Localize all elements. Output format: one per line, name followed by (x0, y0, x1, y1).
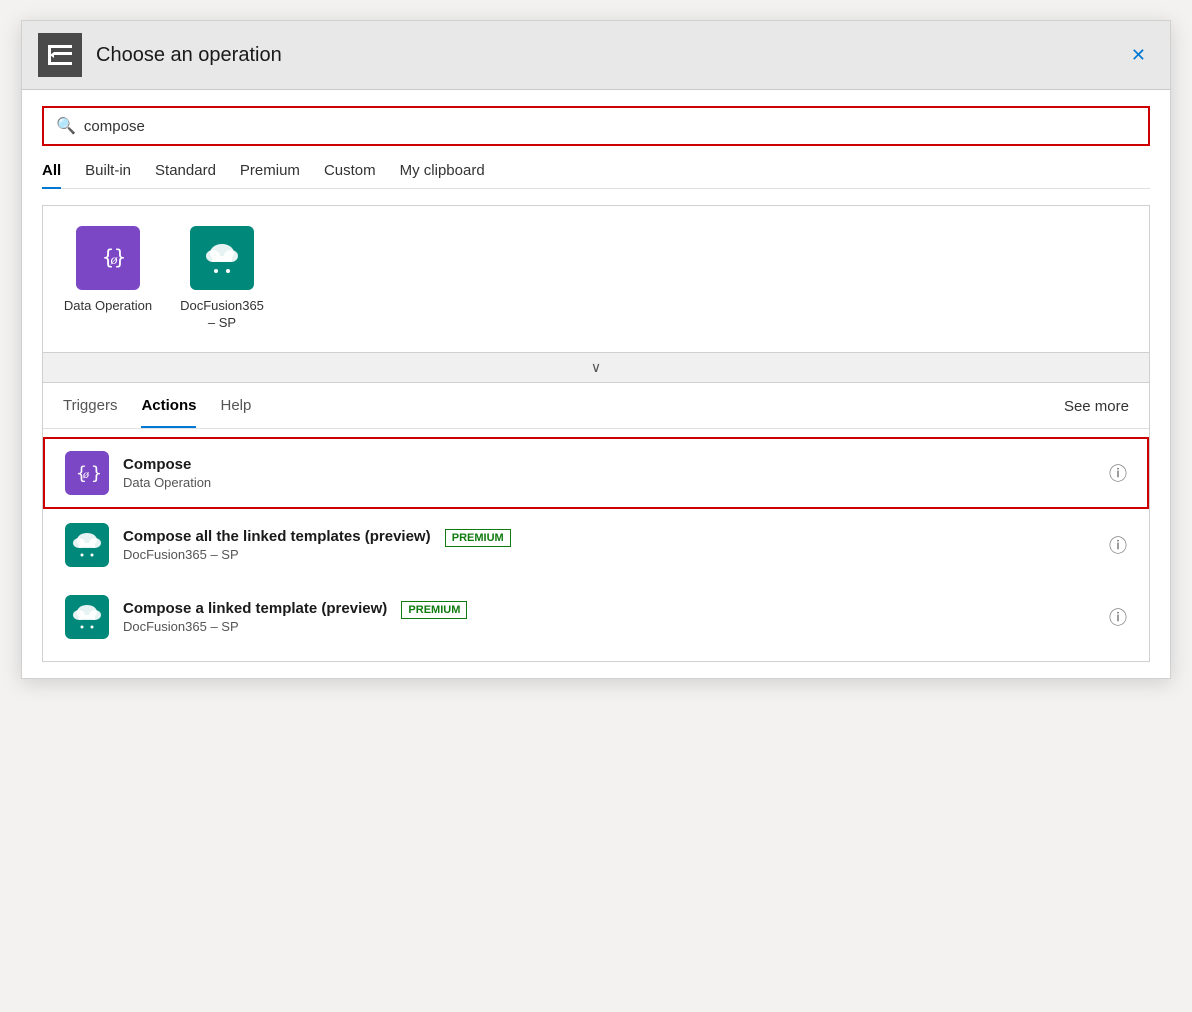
results-list: { ø } Compose Data Operation ⓘ (43, 429, 1149, 661)
collapse-icon: ∨ (591, 359, 601, 376)
see-more-button[interactable]: See more (1064, 398, 1129, 427)
choose-operation-dialog: Choose an operation ✕ 🔍 All Built-in Sta… (21, 20, 1171, 679)
info-icon-compose[interactable]: ⓘ (1109, 460, 1127, 486)
result-text-compose: Compose Data Operation (123, 456, 1109, 490)
result-subtitle-compose-linked: DocFusion365 – SP (123, 619, 1109, 634)
result-item-compose[interactable]: { ø } Compose Data Operation ⓘ (43, 437, 1149, 509)
lower-tab-help[interactable]: Help (220, 397, 251, 428)
category-tabs: All Built-in Standard Premium Custom My … (42, 162, 1150, 189)
lower-tabs-row: Triggers Actions Help See more (43, 383, 1149, 429)
tab-standard[interactable]: Standard (155, 162, 216, 189)
connectors-section: { ø } Data Operation (42, 205, 1150, 353)
result-title-compose: Compose (123, 456, 1109, 473)
svg-text:}: } (91, 463, 101, 484)
tab-custom[interactable]: Custom (324, 162, 376, 189)
lower-tab-actions[interactable]: Actions (141, 397, 196, 428)
tab-builtin[interactable]: Built-in (85, 162, 131, 189)
search-input[interactable] (84, 118, 1136, 135)
connector-icon-docfusion (190, 226, 254, 290)
premium-badge-2: PREMIUM (401, 601, 467, 619)
connectors-grid: { ø } Data Operation (63, 226, 1129, 332)
connector-label-data-operation: Data Operation (64, 298, 152, 315)
tab-premium[interactable]: Premium (240, 162, 300, 189)
connector-icon-data-operation: { ø } (76, 226, 140, 290)
result-item-compose-all[interactable]: Compose all the linked templates (previe… (43, 509, 1149, 581)
result-icon-compose: { ø } (65, 451, 109, 495)
connector-label-docfusion: DocFusion365 – SP (177, 298, 267, 332)
tab-all[interactable]: All (42, 162, 61, 189)
svg-text:}: } (114, 245, 126, 269)
result-title-compose-all: Compose all the linked templates (previe… (123, 528, 1109, 545)
search-box: 🔍 (42, 106, 1150, 146)
search-icon: 🔍 (56, 116, 76, 136)
result-icon-compose-all (65, 523, 109, 567)
result-subtitle-compose: Data Operation (123, 475, 1109, 490)
result-subtitle-compose-all: DocFusion365 – SP (123, 547, 1109, 562)
lower-section: Triggers Actions Help See more { ø } (42, 383, 1150, 662)
dialog-body: 🔍 All Built-in Standard Premium Custom M… (22, 90, 1170, 678)
result-icon-compose-linked (65, 595, 109, 639)
collapse-bar[interactable]: ∨ (42, 353, 1150, 383)
result-text-compose-all: Compose all the linked templates (previe… (123, 528, 1109, 562)
dialog-header-icon (38, 33, 82, 77)
result-title-compose-linked: Compose a linked template (preview) PREM… (123, 600, 1109, 617)
result-item-compose-linked[interactable]: Compose a linked template (preview) PREM… (43, 581, 1149, 653)
connector-data-operation[interactable]: { ø } Data Operation (63, 226, 153, 332)
dialog-title: Choose an operation (96, 44, 1123, 67)
dialog-header: Choose an operation ✕ (22, 21, 1170, 90)
result-text-compose-linked: Compose a linked template (preview) PREM… (123, 600, 1109, 634)
close-button[interactable]: ✕ (1123, 41, 1154, 70)
svg-text:ø: ø (82, 467, 90, 481)
tab-myclipboard[interactable]: My clipboard (400, 162, 485, 189)
info-icon-compose-all[interactable]: ⓘ (1109, 532, 1127, 558)
lower-tab-triggers[interactable]: Triggers (63, 397, 117, 428)
premium-badge-1: PREMIUM (445, 529, 511, 547)
info-icon-compose-linked[interactable]: ⓘ (1109, 604, 1127, 630)
connector-docfusion[interactable]: DocFusion365 – SP (177, 226, 267, 332)
